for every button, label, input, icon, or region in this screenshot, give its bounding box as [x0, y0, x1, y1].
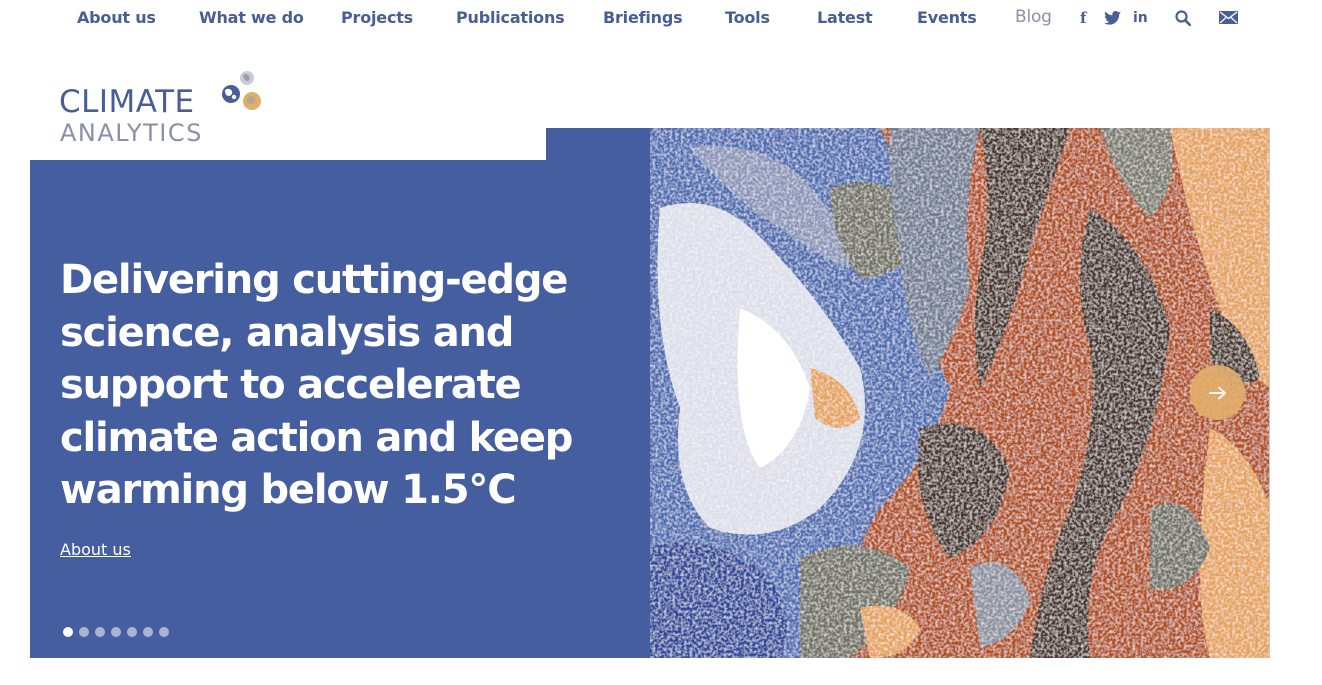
nav-about-us[interactable]: About us: [77, 8, 156, 27]
nav-blog[interactable]: Blog: [1015, 7, 1052, 27]
mail-icon[interactable]: [1219, 11, 1238, 24]
nav-latest[interactable]: Latest: [817, 8, 873, 27]
slider-dot[interactable]: [111, 627, 121, 637]
twitter-icon[interactable]: [1104, 11, 1121, 25]
slider-dot[interactable]: [127, 627, 137, 637]
satellite-terrain-image: [650, 128, 1270, 658]
hero-satellite-image: [650, 128, 1270, 658]
top-nav: About us What we do Projects Publication…: [0, 0, 1322, 38]
slider-dot[interactable]: [143, 627, 153, 637]
facebook-icon[interactable]: f: [1080, 9, 1086, 27]
slider-dots: [63, 627, 175, 639]
climate-analytics-logo[interactable]: CLIMATE ANALYTICS: [59, 68, 274, 150]
nav-tools[interactable]: Tools: [725, 8, 770, 27]
hero-heading: Delivering cutting-edge science, analysi…: [60, 257, 573, 513]
hero-panel-notch: [546, 128, 650, 160]
slider-dot[interactable]: [63, 627, 73, 637]
logo-line-1: CLIMATE: [59, 84, 195, 120]
slider-dot[interactable]: [159, 627, 169, 637]
hero-panel: Delivering cutting-edge science, analysi…: [30, 160, 650, 658]
linkedin-icon[interactable]: in: [1133, 9, 1148, 27]
nav-projects[interactable]: Projects: [341, 8, 413, 27]
hero-about-us-link[interactable]: About us: [60, 540, 131, 559]
globe-mark-icon: [222, 71, 261, 110]
nav-events[interactable]: Events: [917, 8, 977, 27]
arrow-right-icon: [1208, 386, 1226, 399]
logo-line-2: ANALYTICS: [60, 119, 203, 147]
slider-dot[interactable]: [95, 627, 105, 637]
nav-publications[interactable]: Publications: [456, 8, 565, 27]
nav-what-we-do[interactable]: What we do: [199, 8, 304, 27]
slider-dot[interactable]: [79, 627, 89, 637]
slider-next-button[interactable]: [1190, 365, 1245, 420]
nav-briefings[interactable]: Briefings: [603, 8, 683, 27]
search-icon[interactable]: [1175, 10, 1191, 26]
